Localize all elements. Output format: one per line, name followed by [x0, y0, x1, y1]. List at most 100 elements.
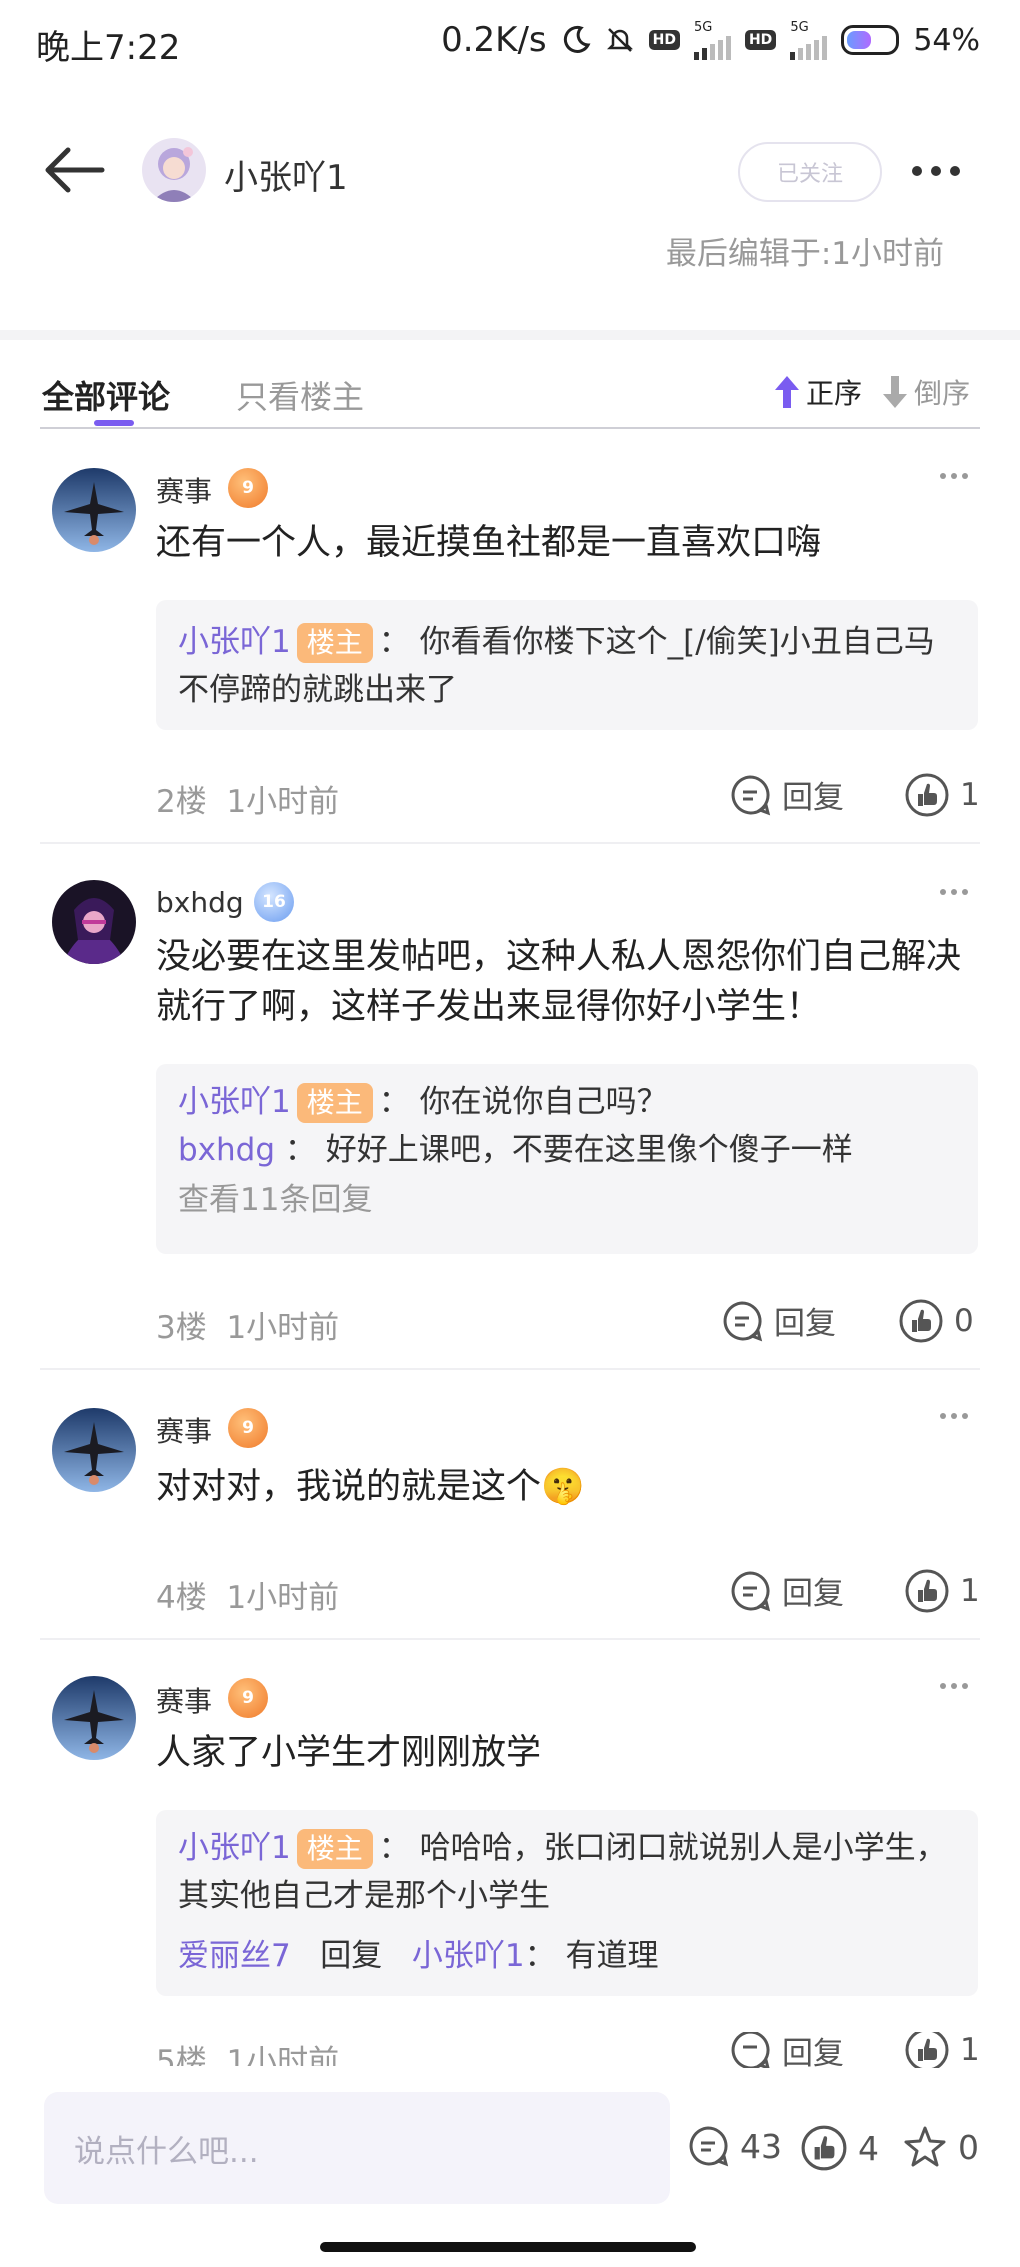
- tab-all-comments[interactable]: 全部评论: [42, 372, 170, 418]
- level-badge: 9: [228, 468, 268, 508]
- comment-input[interactable]: 说点什么吧...: [44, 2092, 670, 2204]
- arrow-up-icon: [775, 376, 799, 408]
- reply-username[interactable]: 爱丽丝7: [178, 1938, 291, 1974]
- reply-colon: ：: [378, 624, 410, 660]
- comment-icon: [689, 2126, 729, 2167]
- thumb-up-icon: [905, 2032, 949, 2068]
- signal-bars-icon: [693, 34, 731, 60]
- reply-button[interactable]: 回复: [728, 772, 844, 817]
- net-speed: 0.2K/s: [441, 20, 547, 60]
- comment-floor-time: 4楼 1小时前: [156, 1572, 339, 1617]
- back-button[interactable]: [40, 140, 110, 200]
- comment-avatar[interactable]: [52, 1676, 136, 1760]
- reply-text: 哈哈哈，张口闭口就说别人是小学生，其实他自己才是那个小学生: [178, 1830, 947, 1914]
- comment-icon: [731, 774, 771, 815]
- view-more-replies-link[interactable]: 查看11条回复: [178, 1176, 958, 1224]
- like-button[interactable]: 1: [904, 2032, 980, 2068]
- signal-2: 5G: [790, 19, 828, 60]
- net-type-2: 5G: [790, 19, 809, 35]
- author-name[interactable]: 小张吖1: [224, 150, 348, 199]
- level-badge: 16: [254, 882, 294, 922]
- thumb-up-icon: [905, 1569, 949, 1613]
- sort-desc-label: 倒序: [914, 377, 971, 410]
- avatar-image: [52, 468, 136, 552]
- follow-button[interactable]: 已关注: [738, 142, 882, 202]
- section-divider: [0, 330, 1020, 340]
- like-count: 0: [954, 1303, 974, 1339]
- level-badge: 9: [228, 1408, 268, 1448]
- signal-1: 5G: [693, 21, 731, 60]
- reply-box[interactable]: 小张吖1 楼主： 你看看你楼下这个_[/偷笑]小丑自己马不停蹄的就跳出来了: [156, 600, 978, 730]
- reply-box[interactable]: 小张吖1 楼主： 哈哈哈，张口闭口就说别人是小学生，其实他自己才是那个小学生 爱丽…: [156, 1810, 978, 1996]
- comments-count-button[interactable]: 43: [686, 2124, 782, 2168]
- reply-line: 爱丽丝7 回复 小张吖1： 有道理: [178, 1932, 958, 1980]
- reply-line: 小张吖1 楼主： 哈哈哈，张口闭口就说别人是小学生，其实他自己才是那个小学生: [178, 1824, 958, 1920]
- post-like-count: 4: [858, 2128, 879, 2168]
- comment-time: 1小时前: [226, 1310, 340, 1346]
- reply-label: 回复: [774, 1306, 836, 1342]
- like-button[interactable]: 1: [904, 772, 980, 818]
- tab-owner-only[interactable]: 只看楼主: [236, 372, 364, 418]
- author-avatar[interactable]: [142, 138, 206, 202]
- comment-username[interactable]: 赛事: [156, 470, 212, 510]
- comment-divider: [40, 842, 980, 844]
- comment-count: 43: [740, 2126, 782, 2166]
- like-button[interactable]: 1: [904, 1568, 980, 1614]
- comment-username[interactable]: 赛事: [156, 1680, 212, 1720]
- comment-text: 还有一个人，最近摸鱼社都是一直喜欢口嗨: [156, 523, 822, 563]
- comment-username[interactable]: 赛事: [156, 1410, 212, 1450]
- comment-floor-time: 3楼 1小时前: [156, 1302, 339, 1347]
- comment-avatar[interactable]: [52, 880, 136, 964]
- reply-username[interactable]: 小张吖1: [178, 1830, 291, 1866]
- sort-descending-button[interactable]: 倒序: [880, 372, 970, 412]
- comment-divider: [40, 1368, 980, 1370]
- hd-badge-2: HD: [744, 30, 777, 50]
- like-button[interactable]: 0: [898, 1298, 974, 1344]
- reply-username[interactable]: 小张吖1: [178, 624, 291, 660]
- reply-username[interactable]: bxhdg: [178, 1132, 275, 1168]
- comment-more-button[interactable]: [940, 1678, 980, 1694]
- comment-divider: [40, 1638, 980, 1640]
- reply-label: 回复: [782, 1576, 844, 1612]
- reply-button[interactable]: 回复: [720, 1298, 836, 1343]
- favorite-button[interactable]: 0: [902, 2124, 979, 2170]
- avatar-image: [142, 138, 206, 202]
- comment-floor-time: 5楼 1小时前: [156, 2036, 339, 2066]
- sort-ascending-button[interactable]: 正序: [772, 372, 862, 412]
- comment-icon: [723, 1300, 763, 1341]
- moon-icon: [563, 25, 591, 53]
- avatar-image: [52, 1676, 136, 1760]
- comment-text: 人家了小学生才刚刚放学: [156, 1733, 542, 1773]
- reply-box[interactable]: 小张吖1 楼主： 你在说你自己吗？ bxhdg ： 好好上课吧，不要在这里像个傻子…: [156, 1064, 978, 1254]
- home-indicator[interactable]: [320, 2242, 696, 2252]
- like-count: 1: [960, 777, 980, 813]
- comment-username[interactable]: bxhdg: [156, 886, 244, 919]
- reply-line: bxhdg ： 好好上课吧，不要在这里像个傻子一样: [178, 1126, 958, 1174]
- mute-bell-icon: [606, 28, 633, 52]
- level-badge: 9: [228, 1678, 268, 1718]
- reply-button[interactable]: 回复: [728, 2032, 844, 2068]
- reply-line: 小张吖1 楼主： 你看看你楼下这个_[/偷笑]小丑自己马不停蹄的就跳出来了: [178, 618, 958, 714]
- comment-more-button[interactable]: [940, 468, 980, 484]
- comment-avatar[interactable]: [52, 1408, 136, 1492]
- reply-to-username[interactable]: 小张吖1: [412, 1938, 525, 1974]
- reply-colon: ：: [378, 1084, 410, 1120]
- reply-text: 好好上课吧，不要在这里像个傻子一样: [325, 1132, 853, 1168]
- owner-tag: 楼主: [296, 623, 373, 663]
- comment-more-button[interactable]: [940, 884, 980, 900]
- reply-mid: 回复: [320, 1938, 383, 1974]
- owner-tag: 楼主: [296, 1083, 373, 1123]
- battery-icon: [841, 25, 900, 55]
- reply-username[interactable]: 小张吖1: [178, 1084, 291, 1120]
- comment-more-button[interactable]: [940, 1408, 980, 1424]
- reply-colon: ：: [378, 1830, 410, 1866]
- more-options-button[interactable]: [912, 156, 972, 186]
- favorite-count: 0: [958, 2127, 979, 2167]
- reply-line: 小张吖1 楼主： 你在说你自己吗？: [178, 1078, 958, 1126]
- reply-button[interactable]: 回复: [728, 1568, 844, 1613]
- reply-text: 你在说你自己吗？: [419, 1084, 668, 1120]
- comment-avatar[interactable]: [52, 468, 136, 552]
- star-icon: [904, 2126, 946, 2167]
- post-like-button[interactable]: 4: [800, 2124, 879, 2172]
- floor-number: 3楼: [156, 1310, 207, 1346]
